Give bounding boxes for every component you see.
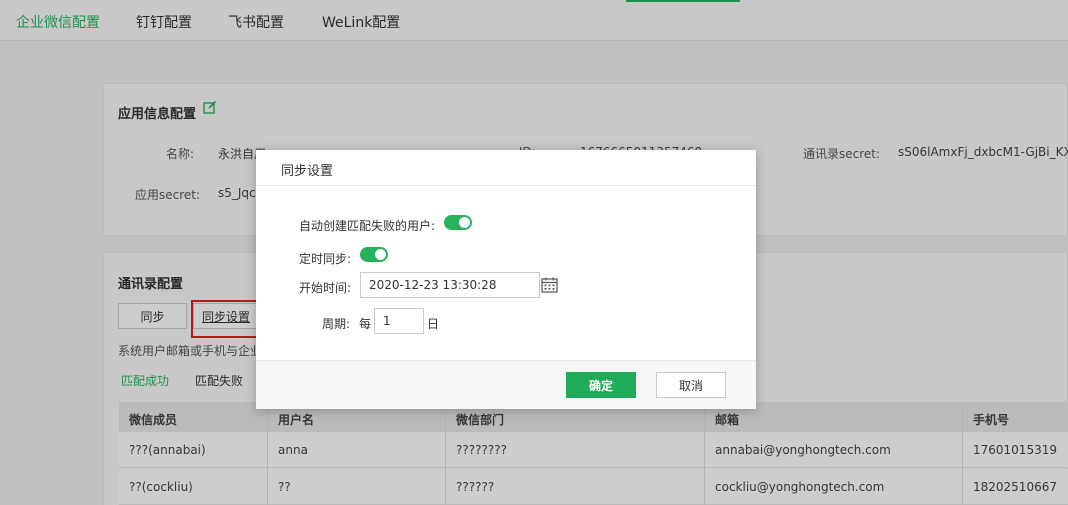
dialog-header: 同步设置 [256,150,756,186]
calendar-icon[interactable] [541,277,558,293]
period-label: 周期: [322,317,351,331]
toggle-knob [375,249,386,260]
start-time-input[interactable] [360,272,540,298]
period-prefix: 每 [359,317,372,331]
auto-create-label: 自动创建匹配失败的用户: [299,219,436,233]
scheduled-sync-toggle[interactable] [360,247,388,262]
toggle-knob [459,217,470,228]
start-time-label: 开始时间: [299,281,352,295]
cancel-button[interactable]: 取消 [656,372,726,398]
confirm-button[interactable]: 确定 [566,372,636,398]
auto-create-toggle[interactable] [444,215,472,230]
period-input[interactable] [374,308,424,334]
scheduled-sync-label: 定时同步: [299,252,352,266]
sync-settings-dialog: 同步设置 自动创建匹配失败的用户: 定时同步: 开始时间: 周期: 每 日 确定… [256,150,756,409]
period-unit: 日 [427,317,440,331]
dialog-title: 同步设置 [281,164,334,179]
